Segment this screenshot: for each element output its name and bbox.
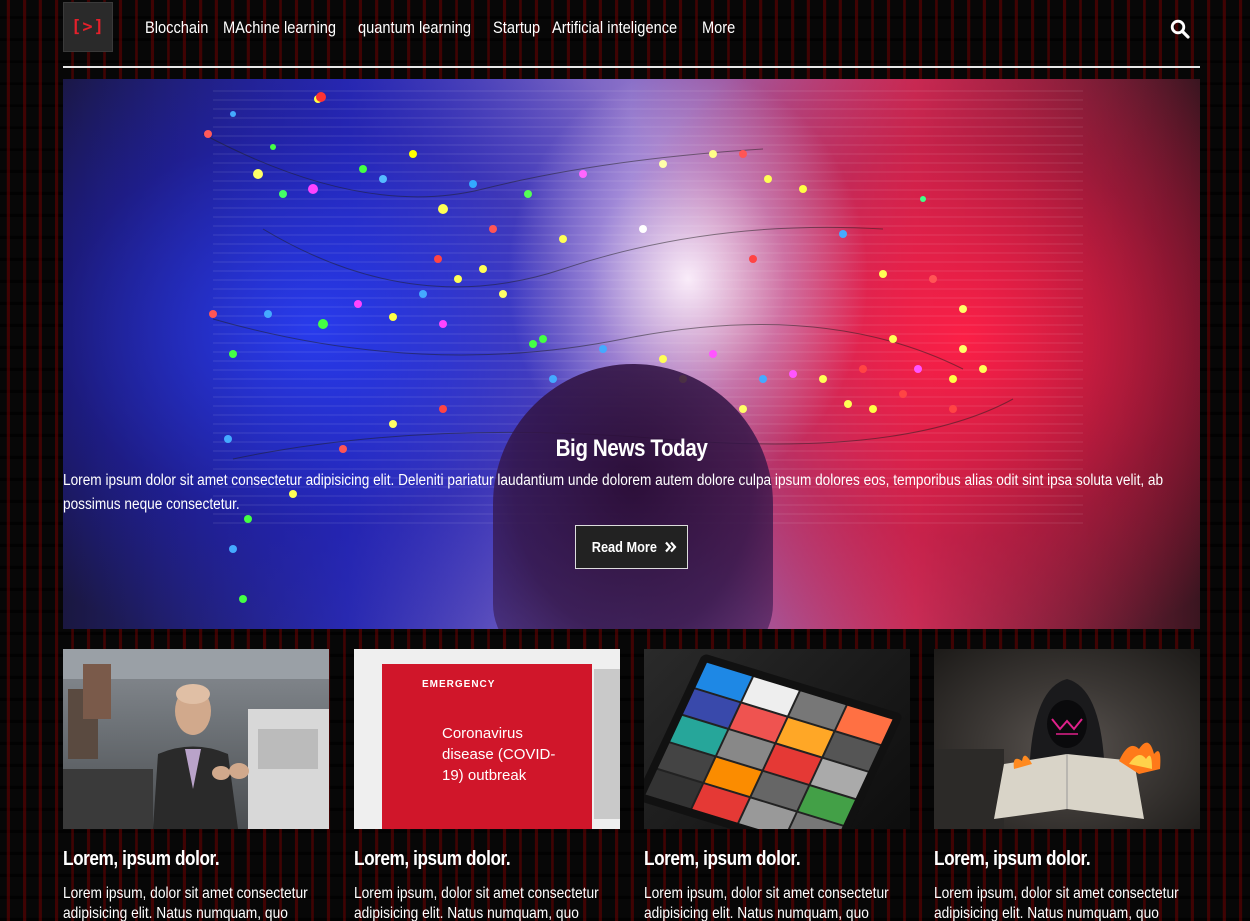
card-image-speaker[interactable]	[63, 649, 329, 829]
hooded-reader-illustration	[934, 679, 1161, 829]
nav-item-quantum-learning[interactable]: quantum learning	[358, 14, 471, 42]
hero-description: Lorem ipsum dolor sit amet consectetur a…	[63, 472, 1164, 513]
nav-item-startup[interactable]: Startup	[493, 14, 540, 42]
nav-item-artificial-intelligence[interactable]: Artificial inteligence	[552, 14, 677, 42]
logo-text: [>]	[71, 17, 105, 37]
main-nav: Blocchain MAchine learning quantum learn…	[145, 14, 765, 42]
news-card[interactable]: Lorem, ipsum dolor. Lorem ipsum, dolor s…	[63, 649, 329, 921]
news-card[interactable]: EMERGENCY Coronavirus disease (COVID-19)…	[354, 649, 620, 921]
nav-item-machine-learning[interactable]: MAchine learning	[223, 14, 336, 42]
tablet-device	[644, 653, 904, 829]
card-image-emergency[interactable]: EMERGENCY Coronavirus disease (COVID-19)…	[354, 649, 620, 829]
card-text: Lorem ipsum, dolor sit amet consectetur …	[354, 885, 599, 921]
card-text: Lorem ipsum, dolor sit amet consectetur …	[644, 885, 889, 921]
card-image-tablet[interactable]	[644, 649, 910, 829]
side-sign	[594, 669, 620, 819]
card-title[interactable]: Lorem, ipsum dolor.	[63, 848, 292, 871]
card-text: Lorem ipsum, dolor sit amet consectetur …	[63, 885, 308, 921]
news-card[interactable]: Lorem, ipsum dolor. Lorem ipsum, dolor s…	[934, 649, 1200, 921]
nav-item-blockchain[interactable]: Blocchain	[145, 14, 208, 42]
news-card[interactable]: Lorem, ipsum dolor. Lorem ipsum, dolor s…	[644, 649, 910, 921]
emergency-label: EMERGENCY	[422, 679, 496, 690]
read-more-label: Read More	[591, 538, 658, 556]
site-header: [>] Blocchain MAchine learning quantum l…	[63, 0, 1200, 68]
hero-banner: Big News Today Lorem ipsum dolor sit ame…	[63, 79, 1200, 629]
site-logo[interactable]: [>]	[63, 2, 113, 52]
card-image-hooded-reader[interactable]	[934, 649, 1200, 829]
card-text: Lorem ipsum, dolor sit amet consectetur …	[934, 885, 1179, 921]
double-chevron-right-icon	[665, 541, 677, 553]
nav-item-more[interactable]: More	[702, 14, 735, 42]
card-title[interactable]: Lorem, ipsum dolor.	[934, 848, 1163, 871]
covid-text: Coronavirus disease (COVID-19) outbreak	[442, 725, 556, 784]
search-icon[interactable]	[1170, 19, 1190, 39]
card-title[interactable]: Lorem, ipsum dolor.	[644, 848, 873, 871]
tablet-screen	[645, 662, 893, 829]
card-title[interactable]: Lorem, ipsum dolor.	[354, 848, 583, 871]
read-more-button[interactable]: Read More	[575, 525, 688, 569]
speaker-illustration	[63, 649, 329, 829]
hero-title: Big News Today	[555, 435, 708, 462]
